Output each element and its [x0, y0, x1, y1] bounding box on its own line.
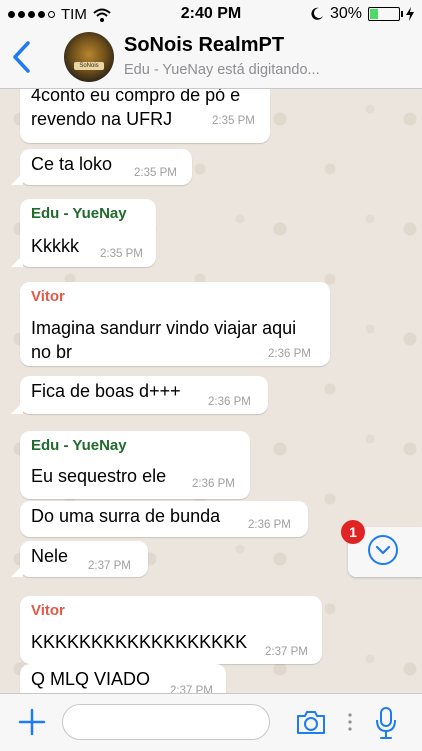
message-text: Kkkkk — [31, 236, 80, 256]
message-text: KKKKKKKKKKKKKKKKKK — [31, 632, 248, 652]
charging-icon — [406, 7, 414, 21]
message-time: 2:36 PM — [268, 348, 311, 360]
message-bubble[interactable]: Do uma surra de bunda 2:36 PM — [20, 501, 308, 537]
message-time: 2:35 PM — [134, 167, 177, 179]
message-text: 4conto eu compro de pó e — [31, 89, 241, 105]
message-text: no br — [31, 342, 73, 362]
message-bubble[interactable]: Nele 2:37 PM — [11, 541, 148, 577]
message-input[interactable] — [62, 704, 270, 740]
message-text: Nele — [31, 546, 69, 566]
message-time: 2:35 PM — [100, 248, 143, 260]
message-text: Imagina sandurr vindo viajar aqui — [31, 318, 297, 338]
message-bubble[interactable]: Edu - YueNay Kkkkk 2:35 PM — [11, 199, 156, 267]
message-bubble[interactable]: Q MLQ VIADO 2:37 PM — [20, 664, 226, 693]
chat-header: SoNois SoNois RealmPT Edu - YueNay está … — [0, 28, 422, 89]
plus-icon[interactable] — [18, 708, 46, 736]
sender-name[interactable]: Edu - YueNay — [31, 205, 127, 222]
message-bubble[interactable]: Fica de boas d+++ 2:36 PM — [11, 376, 268, 414]
camera-icon[interactable] — [295, 708, 327, 736]
battery-percent: 30% — [329, 5, 362, 22]
battery-icon — [368, 7, 403, 21]
typing-status: Edu - YueNay está digitando... — [124, 62, 320, 78]
sender-name[interactable]: Vitor — [31, 288, 65, 305]
message-bubble[interactable]: Vitor KKKKKKKKKKKKKKKKKK 2:37 PM — [20, 596, 322, 664]
message-bubble[interactable]: Ce ta loko 2:35 PM — [11, 149, 192, 185]
composer-bar — [0, 693, 422, 751]
message-time: 2:37 PM — [88, 560, 131, 572]
message-time: 2:36 PM — [192, 478, 235, 490]
avatar-badge: SoNois — [74, 62, 104, 70]
message-text: Do uma surra de bunda — [31, 506, 221, 526]
chevron-left-icon[interactable] — [10, 40, 32, 74]
sender-name[interactable]: Vitor — [31, 602, 65, 619]
message-text: Fica de boas d+++ — [31, 381, 181, 401]
group-avatar[interactable]: SoNois — [64, 32, 114, 82]
message-list[interactable]: 4conto eu compro de pó e revendo na UFRJ… — [0, 89, 422, 693]
message-bubble[interactable]: 4conto eu compro de pó e revendo na UFRJ… — [20, 89, 270, 143]
message-bubble[interactable]: Edu - YueNay Eu sequestro ele 2:36 PM — [20, 431, 250, 499]
more-options-icon[interactable] — [347, 712, 353, 732]
message-text: Ce ta loko — [31, 154, 113, 174]
microphone-icon[interactable] — [375, 706, 397, 740]
do-not-disturb-icon — [311, 7, 323, 20]
chat-title[interactable]: SoNois RealmPT — [124, 34, 284, 57]
chevron-down-icon — [368, 535, 398, 565]
message-time: 2:35 PM — [212, 115, 255, 127]
sender-name[interactable]: Edu - YueNay — [31, 437, 127, 454]
message-text: revendo na UFRJ — [31, 109, 173, 129]
unread-count-badge: 1 — [341, 520, 365, 544]
message-time: 2:36 PM — [248, 519, 291, 531]
message-text: Eu sequestro ele — [31, 466, 167, 486]
message-bubble[interactable]: Vitor Imagina sandurr vindo viajar aqui … — [20, 282, 330, 366]
status-bar: TIM 2:40 PM 30% — [0, 0, 422, 28]
message-text: Q MLQ VIADO — [31, 669, 151, 689]
message-time: 2:37 PM — [265, 646, 308, 658]
message-time: 2:36 PM — [208, 396, 251, 408]
message-time: 2:37 PM — [170, 685, 213, 693]
status-right: 30% — [310, 5, 414, 23]
